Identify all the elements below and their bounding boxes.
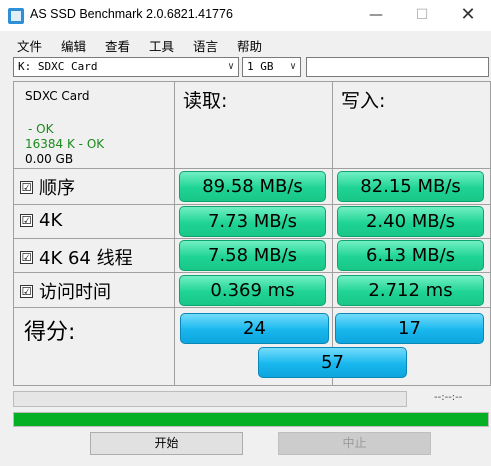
- drive-select-value: K: SDXC Card: [18, 60, 98, 73]
- size-select-value: 1 GB: [247, 60, 274, 73]
- title-bar: AS SSD Benchmark 2.0.6821.41776 — ☐ ✕: [0, 0, 491, 31]
- column-divider: [332, 81, 333, 386]
- total-progress-bar: [13, 412, 489, 427]
- chevron-down-icon: ∨: [227, 61, 234, 72]
- 4k-write-result: 2.40 MB/s: [337, 206, 484, 237]
- row-divider: [13, 238, 491, 239]
- minimize-button[interactable]: —: [353, 0, 399, 31]
- size-select[interactable]: 1 GB ∨: [242, 57, 301, 77]
- app-icon: [8, 8, 24, 24]
- 4k64-write-result: 6.13 MB/s: [337, 240, 484, 271]
- access-write-result: 2.712 ms: [337, 275, 484, 306]
- checkbox[interactable]: ☑: [20, 250, 33, 264]
- chevron-down-icon: ∨: [289, 61, 296, 72]
- read-header: 读取:: [183, 90, 228, 112]
- close-button[interactable]: ✕: [445, 0, 491, 31]
- extra-input[interactable]: [306, 57, 489, 77]
- total-progress-fill: [14, 413, 488, 426]
- row-divider: [13, 204, 491, 205]
- elapsed-time: --:--:--: [434, 392, 463, 403]
- row-4k[interactable]: ☑ 4K: [20, 210, 62, 231]
- row-access-time[interactable]: ☑ 访问时间: [20, 278, 111, 304]
- menu-bar: 文件 编辑 查看 工具 语言 帮助: [0, 31, 491, 55]
- menu-view[interactable]: 查看: [105, 36, 130, 55]
- menu-help[interactable]: 帮助: [237, 36, 262, 55]
- seq-read-result: 89.58 MB/s: [179, 171, 326, 202]
- progress-bar: [13, 391, 407, 407]
- column-divider: [174, 81, 175, 386]
- 4k-read-result: 7.73 MB/s: [179, 206, 326, 237]
- row-label: 4K: [39, 210, 63, 231]
- 4k64-read-result: 7.58 MB/s: [179, 240, 326, 271]
- maximize-button[interactable]: ☐: [399, 0, 445, 31]
- menu-language[interactable]: 语言: [193, 36, 218, 55]
- seq-write-result: 82.15 MB/s: [337, 171, 484, 202]
- driver-status: - OK: [28, 122, 54, 136]
- write-score: 17: [335, 313, 484, 344]
- row-label: 顺序: [39, 178, 75, 199]
- score-label: 得分:: [24, 320, 76, 345]
- alignment-status: 16384 K - OK: [25, 137, 105, 151]
- row-sequential[interactable]: ☑ 顺序: [20, 174, 75, 200]
- write-header: 写入:: [341, 90, 386, 112]
- checkbox[interactable]: ☑: [20, 180, 33, 194]
- menu-file[interactable]: 文件: [17, 36, 42, 55]
- menu-edit[interactable]: 编辑: [61, 36, 86, 55]
- checkbox[interactable]: ☑: [20, 284, 33, 298]
- checkbox[interactable]: ☑: [20, 214, 33, 227]
- window-title: AS SSD Benchmark 2.0.6821.41776: [30, 7, 233, 21]
- row-label: 访问时间: [39, 282, 111, 303]
- stop-button[interactable]: 中止: [278, 432, 431, 455]
- read-score: 24: [180, 313, 329, 344]
- drive-capacity: 0.00 GB: [25, 152, 74, 166]
- access-read-result: 0.369 ms: [179, 275, 326, 306]
- row-label: 4K 64 线程: [39, 248, 133, 269]
- menu-tools[interactable]: 工具: [149, 36, 174, 55]
- drive-select[interactable]: K: SDXC Card ∨: [13, 57, 239, 77]
- drive-name: SDXC Card: [25, 89, 90, 103]
- start-button[interactable]: 开始: [90, 432, 243, 455]
- row-divider: [13, 307, 491, 308]
- row-divider: [13, 168, 491, 169]
- row-divider: [13, 272, 491, 273]
- row-4k-64[interactable]: ☑ 4K 64 线程: [20, 244, 133, 270]
- total-score: 57: [258, 347, 407, 378]
